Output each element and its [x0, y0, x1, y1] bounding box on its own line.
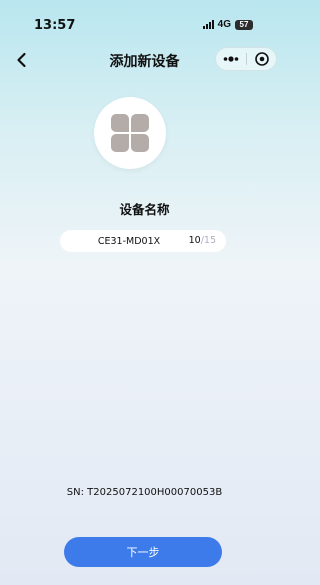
device-name-input[interactable] [74, 230, 184, 252]
status-indicators: 4G 57 [202, 19, 253, 30]
battery-level: 57 [239, 20, 249, 29]
device-name-label: 设备名称 [119, 202, 170, 217]
battery-icon: 57 [235, 19, 253, 30]
serial-number: SN: T2025072100H00070053B [66, 487, 223, 498]
char-count: 10 [188, 235, 201, 246]
close-button[interactable] [247, 48, 277, 70]
four-petal-device-icon [111, 114, 149, 152]
next-button[interactable]: 下一步 [64, 537, 222, 567]
chevron-left-icon [17, 52, 26, 68]
char-counter: 10/15 [189, 235, 216, 246]
target-circle-icon [255, 52, 269, 66]
device-name-field: 10/15 [60, 230, 226, 252]
back-button[interactable] [12, 50, 32, 70]
more-button[interactable] [216, 48, 246, 70]
status-time: 13:57 [34, 18, 76, 33]
status-bar: 13:57 4G 57 [0, 0, 289, 44]
signal-icon [202, 20, 214, 29]
mini-program-capsule [215, 47, 277, 71]
char-limit: /15 [200, 235, 216, 246]
device-image [94, 97, 166, 169]
add-device-screen: 13:57 4G 57 添加新设备 设备名称 CE31-MD01X 10/15 … [0, 0, 289, 585]
more-dots-icon [223, 56, 239, 62]
navigation-bar: 添加新设备 [0, 44, 289, 76]
network-type: 4G [217, 19, 231, 30]
